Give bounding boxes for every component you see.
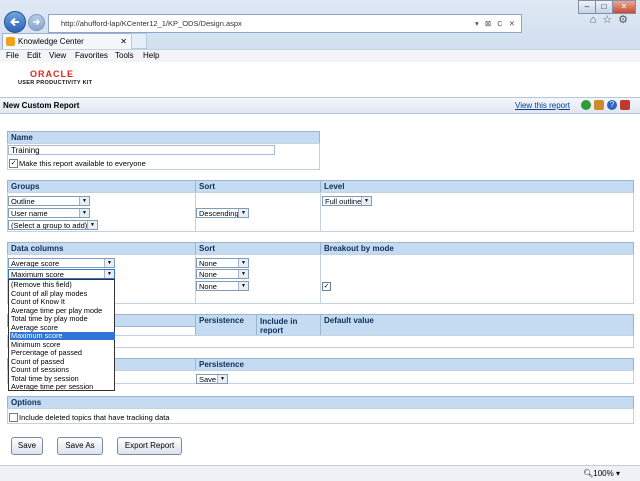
group-select-2-value: User name [11, 209, 48, 218]
level-select-value: Full outline [325, 197, 362, 206]
persistence-select[interactable]: Save ▼ [196, 374, 228, 384]
chevron-down-icon: ▼ [361, 197, 371, 205]
persistence-select-value: Save [199, 375, 217, 384]
zoom-icon: 🔍︎ [583, 469, 594, 478]
logout-icon[interactable] [620, 100, 630, 110]
group-select-2[interactable]: User name ▼ [8, 208, 90, 218]
data-sort-select-2-value: None [199, 270, 217, 279]
group-sort-select-2-value: Descending [199, 209, 239, 218]
page-title-bar: New Custom Report View this report [0, 97, 640, 114]
group-select-add[interactable]: (Select a group to add) ▼ [8, 220, 98, 230]
save-as-button[interactable]: Save As [57, 437, 103, 455]
chevron-down-icon: ▼ [217, 375, 227, 383]
browser-chrome: http://ahufford-lap/KCenter12_1/KP_ODS/D… [0, 0, 640, 63]
menu-view[interactable]: View [49, 51, 66, 60]
zoom-level[interactable]: 🔍︎100% ▾ [583, 469, 620, 478]
group-select-add-value: (Select a group to add) [11, 221, 88, 230]
home-icon[interactable]: ⌂ [590, 14, 603, 26]
browser-tab[interactable]: Knowledge Center ✕ [2, 33, 132, 49]
save-button[interactable]: Save [11, 437, 43, 455]
include-in-report-header: Include in report [256, 314, 321, 336]
group-select-1[interactable]: Outline ▼ [8, 196, 90, 206]
available-everyone-checkbox[interactable]: ✓ [9, 159, 18, 168]
menu-favorites[interactable]: Favorites [75, 51, 108, 60]
forward-arrow-icon [33, 18, 40, 26]
settings-gear-icon[interactable]: ⚙ [618, 14, 634, 26]
chevron-down-icon: ▼ [79, 209, 89, 217]
menu-file[interactable]: File [6, 51, 19, 60]
menu-help[interactable]: Help [143, 51, 159, 60]
back-button[interactable] [4, 11, 26, 33]
chevron-down-icon: ▼ [238, 259, 248, 267]
data-column-select-1[interactable]: Average score ▼ [8, 258, 115, 268]
data-sort-select-2[interactable]: None ▼ [196, 269, 249, 279]
dropdown-option[interactable]: (Remove this field) [10, 281, 115, 289]
data-sort-select-1-value: None [199, 259, 217, 268]
status-bar: 🔍︎100% ▾ [0, 465, 640, 481]
forward-button[interactable] [28, 14, 45, 31]
dropdown-option-selected[interactable]: Maximum score [10, 332, 115, 340]
new-tab-button[interactable] [131, 33, 147, 49]
include-deleted-checkbox[interactable] [9, 413, 18, 422]
tab-bar: Knowledge Center ✕ [0, 32, 640, 49]
menu-bar: File Edit View Favorites Tools Help [0, 49, 640, 63]
data-sort-select-3[interactable]: None ▼ [196, 281, 249, 291]
maximize-button[interactable]: □ [595, 0, 613, 14]
product-name: USER PRODUCTIVITY KIT [18, 80, 93, 86]
level-select[interactable]: Full outline ▼ [322, 196, 372, 206]
view-report-link[interactable]: View this report [515, 101, 570, 110]
chevron-down-icon: ▼ [238, 209, 248, 217]
chevron-down-icon: ▼ [104, 270, 114, 278]
export-report-button[interactable]: Export Report [117, 437, 182, 455]
group-sort-select-2[interactable]: Descending ▼ [196, 208, 249, 218]
oracle-logo: ORACLE [30, 69, 74, 79]
chevron-down-icon: ▼ [104, 259, 114, 267]
default-value-header: Default value [320, 314, 634, 336]
chevron-down-icon: ▼ [238, 282, 248, 290]
minimize-button[interactable]: – [578, 0, 596, 14]
menu-edit[interactable]: Edit [27, 51, 41, 60]
dropdown-option[interactable]: Count of sessions [10, 366, 115, 374]
chevron-down-icon: ▼ [238, 270, 248, 278]
tab-title: Knowledge Center [18, 37, 84, 46]
data-column-select-2-value: Maximum score [11, 270, 64, 279]
app-banner [0, 62, 640, 96]
persistence-header: Persistence [195, 314, 257, 336]
site-favicon-icon [6, 37, 15, 46]
chevron-down-icon: ▼ [79, 197, 89, 205]
dropdown-option[interactable]: Count of Know It [10, 298, 115, 306]
chevron-down-icon: ▼ [87, 221, 97, 229]
window-controls: – □ ✕ [578, 0, 636, 14]
home-page-icon[interactable] [594, 100, 604, 110]
zoom-value: 100% [593, 469, 614, 478]
back-nav-icon[interactable] [581, 100, 591, 110]
address-bar[interactable]: http://ahufford-lap/KCenter12_1/KP_ODS/D… [48, 14, 522, 33]
include-deleted-label: Include deleted topics that have trackin… [19, 413, 170, 422]
close-window-button[interactable]: ✕ [612, 0, 636, 14]
close-tab-icon[interactable]: ✕ [120, 34, 127, 49]
help-icon[interactable]: ? [607, 100, 617, 110]
favorites-star-icon[interactable]: ☆ [602, 14, 618, 26]
group-select-1-value: Outline [11, 197, 35, 206]
dropdown-option[interactable]: Percentage of passed [10, 349, 115, 357]
available-everyone-label: Make this report available to everyone [19, 159, 146, 168]
dropdown-option[interactable]: Total time by play mode [10, 315, 115, 323]
dropdown-option[interactable]: Average time per session [10, 383, 115, 391]
menu-tools[interactable]: Tools [115, 51, 134, 60]
breakout-checkbox[interactable]: ✓ [322, 282, 331, 291]
data-sort-select-3-value: None [199, 282, 217, 291]
browser-toolbar-icons: ⌂☆⚙ [590, 13, 634, 26]
report-name-input[interactable]: Training [8, 145, 275, 155]
back-arrow-icon [10, 17, 19, 27]
page-title: New Custom Report [3, 101, 80, 110]
address-tools-icon[interactable]: ▾ ⊠ C ✕ [475, 15, 517, 32]
address-url[interactable]: http://ahufford-lap/KCenter12_1/KP_ODS/D… [61, 15, 242, 32]
data-column-select-2[interactable]: Maximum score ▼ [8, 269, 115, 279]
data-column-select-1-value: Average score [11, 259, 60, 268]
data-column-dropdown-list[interactable]: (Remove this field) Count of all play mo… [8, 279, 115, 391]
data-sort-select-1[interactable]: None ▼ [196, 258, 249, 268]
